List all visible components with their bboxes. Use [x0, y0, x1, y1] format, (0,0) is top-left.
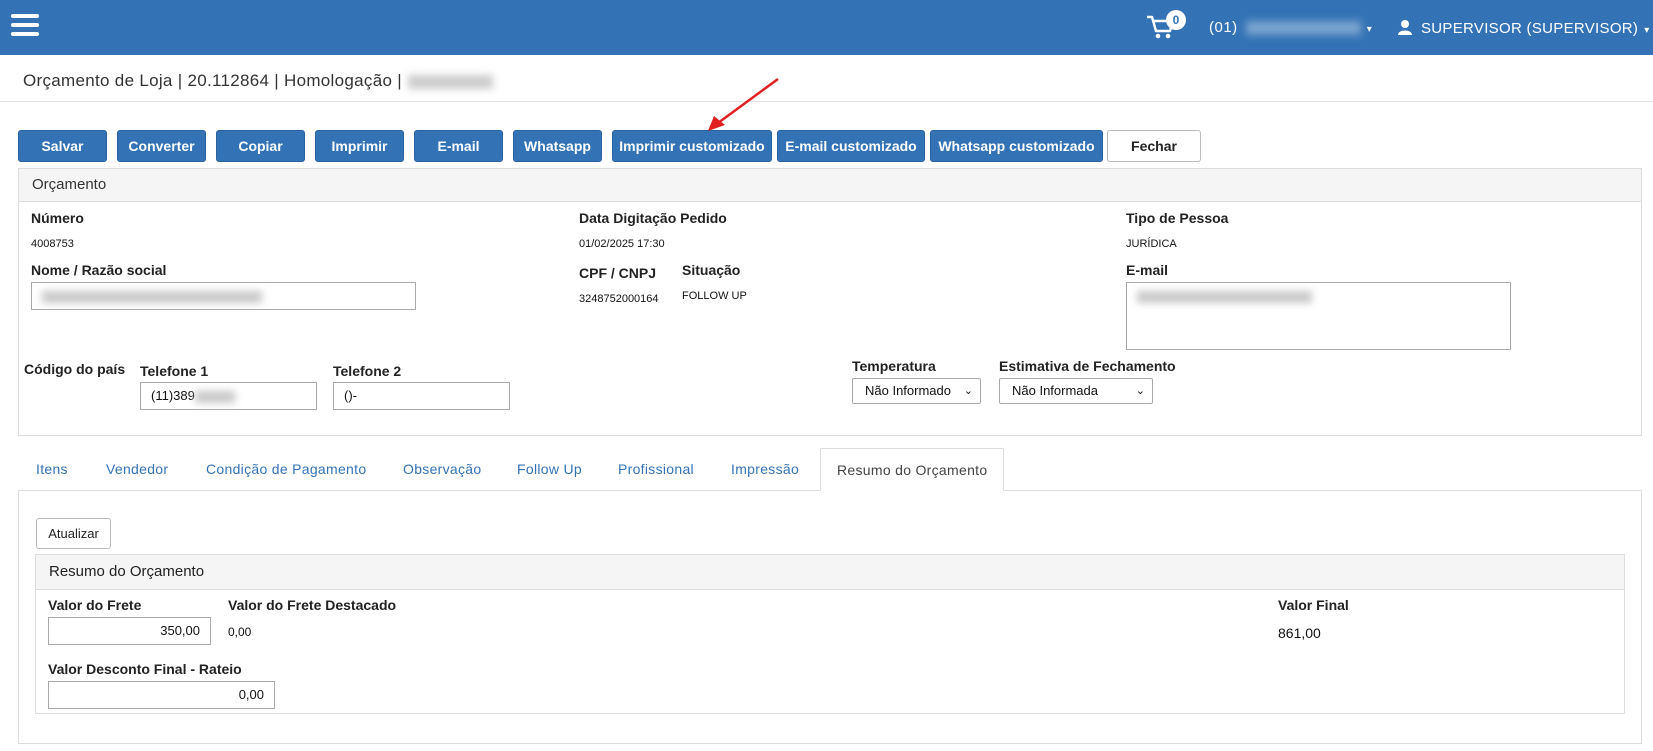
chevron-down-icon: ▾ — [1644, 25, 1650, 36]
valor-final-value: 861,00 — [1278, 625, 1321, 641]
tab-bar: Itens Vendedor Condição de Pagamento Obs… — [18, 448, 1642, 491]
tab-vendedor[interactable]: Vendedor — [106, 448, 168, 490]
frete-label: Valor do Frete — [48, 597, 142, 613]
custom-whatsapp-button[interactable]: Whatsapp customizado — [930, 130, 1103, 162]
tab-observacao[interactable]: Observação — [403, 448, 481, 490]
tab-follow-up[interactable]: Follow Up — [517, 448, 582, 490]
convert-button[interactable]: Converter — [117, 130, 206, 162]
nome-input[interactable] — [31, 282, 416, 310]
frete-destacado-label: Valor do Frete Destacado — [228, 597, 397, 613]
chevron-down-icon: ⌄ — [963, 385, 973, 397]
desconto-label: Valor Desconto Final - Rateio — [48, 661, 242, 677]
whatsapp-button[interactable]: Whatsapp — [513, 130, 602, 162]
situacao-label: Situação — [682, 262, 741, 278]
annotation-arrow-icon — [708, 77, 779, 131]
estimativa-label: Estimativa de Fechamento — [999, 358, 1176, 374]
user-menu[interactable]: SUPERVISOR (SUPERVISOR) ▾ — [1397, 19, 1650, 37]
valor-final-label: Valor Final — [1278, 597, 1349, 613]
tab-itens[interactable]: Itens — [36, 448, 68, 490]
estimativa-select[interactable]: Não Informada ⌄ — [999, 378, 1153, 404]
menu-icon[interactable] — [11, 14, 39, 36]
desconto-input[interactable]: 0,00 — [48, 681, 275, 709]
orcamento-panel: Orçamento Número 4008753 Data Digitação … — [18, 168, 1642, 436]
resumo-panel: Resumo do Orçamento Valor do Frete 350,0… — [35, 554, 1625, 714]
codigo-pais-label: Código do país — [24, 361, 126, 377]
tipo-pessoa-label: Tipo de Pessoa — [1126, 210, 1229, 226]
frete-input[interactable]: 350,00 — [48, 617, 211, 645]
situacao-value: FOLLOW UP — [682, 290, 747, 302]
resumo-panel-title: Resumo do Orçamento — [36, 555, 1624, 590]
chevron-down-icon: ▾ — [1366, 24, 1373, 35]
data-digitacao-value: 01/02/2025 17:30 — [579, 238, 665, 250]
email-textarea[interactable] — [1126, 282, 1511, 350]
user-label: SUPERVISOR (SUPERVISOR) — [1421, 20, 1639, 37]
company-selector[interactable]: (01) ▾ — [1209, 19, 1372, 36]
print-button[interactable]: Imprimir — [315, 130, 404, 162]
nome-label: Nome / Razão social — [31, 262, 167, 278]
cpf-cnpj-value: 3248752000164 — [579, 293, 659, 305]
cpf-cnpj-label: CPF / CNPJ — [579, 265, 657, 281]
atualizar-button[interactable]: Atualizar — [36, 518, 111, 549]
page-title: Orçamento de Loja | 20.112864 | Homologa… — [23, 71, 493, 91]
numero-value: 4008753 — [31, 238, 74, 250]
telefone2-input[interactable]: ()- — [333, 382, 510, 410]
custom-email-button[interactable]: E-mail customizado — [777, 130, 925, 162]
panel-title: Orçamento — [19, 169, 1641, 202]
frete-destacado-value: 0,00 — [228, 625, 252, 639]
numero-label: Número — [31, 210, 84, 226]
telefone1-label: Telefone 1 — [140, 363, 209, 379]
email-label: E-mail — [1126, 262, 1169, 278]
save-button[interactable]: Salvar — [18, 130, 107, 162]
top-navbar: 0 (01) ▾ SUPERVISOR (SUPERVISOR) ▾ — [0, 0, 1653, 55]
tab-condicao-pagamento[interactable]: Condição de Pagamento — [206, 448, 366, 490]
company-prefix: (01) — [1209, 19, 1238, 36]
copy-button[interactable]: Copiar — [216, 130, 305, 162]
data-digitacao-label: Data Digitação Pedido — [579, 210, 727, 226]
tab-profissional[interactable]: Profissional — [618, 448, 694, 490]
tab-impressao[interactable]: Impressão — [731, 448, 799, 490]
telefone2-label: Telefone 2 — [333, 363, 402, 379]
divider — [0, 101, 1653, 102]
tab-resumo-orcamento[interactable]: Resumo do Orçamento — [820, 448, 1005, 491]
telefone1-input[interactable]: (11)389 — [140, 382, 317, 410]
chevron-down-icon: ⌄ — [1135, 385, 1145, 397]
close-button[interactable]: Fechar — [1107, 130, 1201, 162]
cart-count-badge: 0 — [1166, 10, 1186, 30]
user-icon — [1398, 20, 1412, 35]
tab-content: Atualizar Resumo do Orçamento Valor do F… — [18, 490, 1642, 744]
temperatura-label: Temperatura — [852, 358, 936, 374]
email-button[interactable]: E-mail — [414, 130, 503, 162]
tipo-pessoa-value: JURÍDICA — [1126, 238, 1177, 250]
temperatura-select[interactable]: Não Informado ⌄ — [852, 378, 981, 404]
